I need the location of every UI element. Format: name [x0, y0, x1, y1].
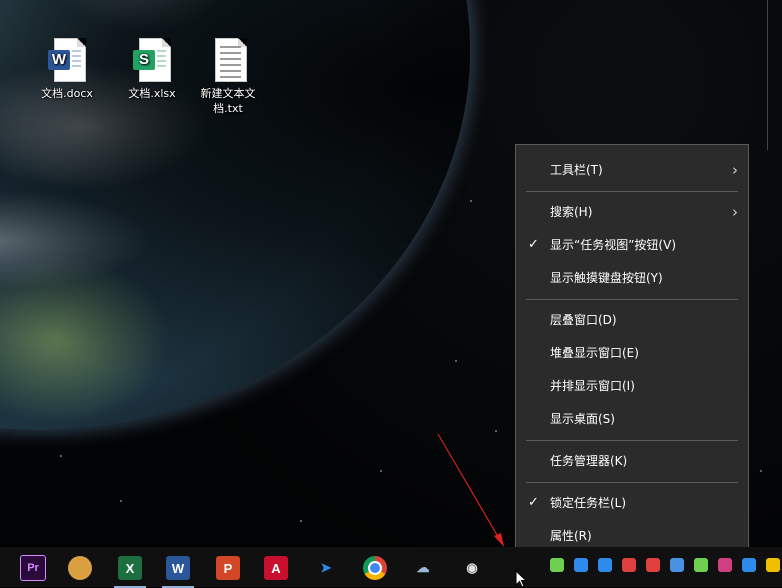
- excel-icon: X: [118, 556, 142, 580]
- taskbar-app-button[interactable]: X: [110, 551, 150, 588]
- taskbar-app-button[interactable]: A: [256, 551, 296, 585]
- menu-item-cascade-windows[interactable]: 层叠窗口(D): [516, 305, 748, 335]
- menu-separator: [526, 299, 738, 300]
- app-icon: [68, 556, 92, 580]
- tray-icon[interactable]: [718, 558, 732, 572]
- menu-item-label: 堆叠显示窗口(E): [550, 346, 639, 360]
- menu-item-task-view-button[interactable]: ✓ 显示“任务视图”按钮(V): [516, 230, 748, 260]
- menu-item-label: 并排显示窗口(I): [550, 379, 635, 393]
- taskbar-app-button[interactable]: ➤: [306, 551, 346, 585]
- menu-item-search[interactable]: 搜索(H) ›: [516, 197, 748, 227]
- tray-icon[interactable]: [766, 558, 780, 572]
- premiere-pro-icon: Pr: [20, 555, 46, 581]
- checkmark-icon: ✓: [528, 237, 539, 252]
- menu-separator: [526, 191, 738, 192]
- menu-item-touch-keyboard-button[interactable]: 显示触摸键盘按钮(Y): [516, 263, 748, 293]
- menu-item-show-desktop[interactable]: 显示桌面(S): [516, 404, 748, 434]
- menu-item-toolbars[interactable]: 工具栏(T) ›: [516, 155, 748, 185]
- taskbar-app-button[interactable]: [60, 551, 100, 585]
- menu-item-side-by-side-windows[interactable]: 并排显示窗口(I): [516, 371, 748, 401]
- taskbar-app-button[interactable]: Pr: [13, 551, 53, 585]
- mouse-cursor-icon: [515, 570, 528, 588]
- camera-icon: ◉: [460, 556, 484, 580]
- menu-item-label: 层叠窗口(D): [550, 313, 617, 327]
- tray-icon[interactable]: [694, 558, 708, 572]
- menu-item-label: 锁定任务栏(L): [550, 496, 627, 510]
- tray-icon[interactable]: [646, 558, 660, 572]
- taskbar-app-button[interactable]: W: [158, 551, 198, 588]
- taskbar-app-button[interactable]: [355, 551, 395, 585]
- tray-icon[interactable]: [550, 558, 564, 572]
- tray-icon[interactable]: [670, 558, 684, 572]
- chrome-icon: [363, 556, 387, 580]
- menu-item-lock-taskbar[interactable]: ✓ 锁定任务栏(L): [516, 488, 748, 518]
- menu-item-label: 显示“任务视图”按钮(V): [550, 238, 677, 252]
- menu-separator: [526, 440, 738, 441]
- menu-item-label: 工具栏(T): [550, 163, 603, 177]
- autocad-icon: A: [264, 556, 288, 580]
- chevron-right-icon: ›: [732, 203, 738, 221]
- checkmark-icon: ✓: [528, 495, 539, 510]
- menu-separator: [526, 482, 738, 483]
- menu-item-label: 显示桌面(S): [550, 412, 615, 426]
- taskbar-app-button[interactable]: ◉: [452, 551, 492, 585]
- word-icon: W: [166, 556, 190, 580]
- taskbar-app-button[interactable]: P: [208, 551, 248, 585]
- powerpoint-icon: P: [216, 556, 240, 580]
- send-icon: ➤: [314, 556, 338, 580]
- tray-icon[interactable]: [598, 558, 612, 572]
- menu-item-label: 搜索(H): [550, 205, 593, 219]
- chevron-right-icon: ›: [732, 161, 738, 179]
- tray-icon[interactable]: [742, 558, 756, 572]
- tray-icon[interactable]: [622, 558, 636, 572]
- menu-item-stack-windows[interactable]: 堆叠显示窗口(E): [516, 338, 748, 368]
- cloud-icon: ☁: [411, 556, 435, 580]
- taskbar-app-button[interactable]: ☁: [403, 551, 443, 585]
- menu-item-label: 显示触摸键盘按钮(Y): [550, 271, 663, 285]
- taskbar-context-menu: 工具栏(T) › 搜索(H) › ✓ 显示“任务视图”按钮(V) 显示触摸键盘按…: [515, 144, 749, 559]
- menu-item-label: 任务管理器(K): [550, 454, 628, 468]
- tray-icon[interactable]: [574, 558, 588, 572]
- menu-item-task-manager[interactable]: 任务管理器(K): [516, 446, 748, 476]
